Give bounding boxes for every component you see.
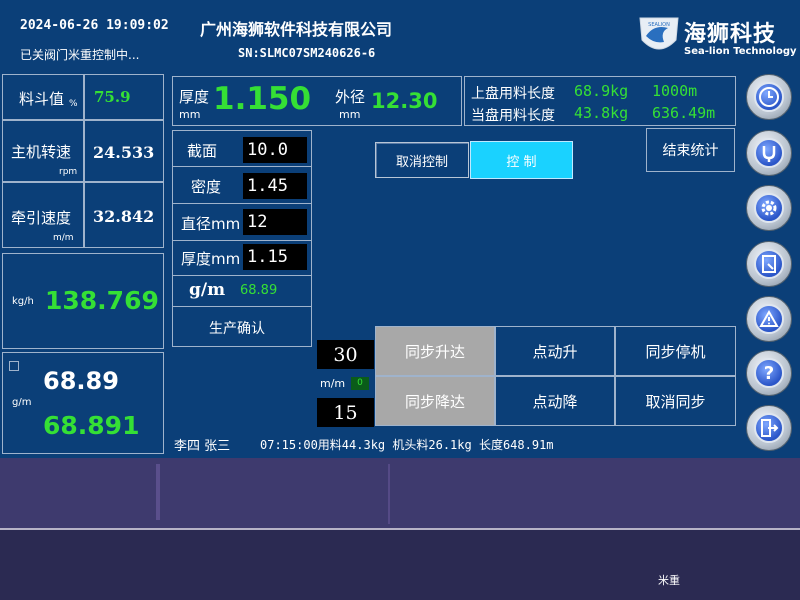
upper-label: 上盘用料长度 <box>471 86 555 102</box>
thickness-input[interactable]: 1.15 <box>243 244 307 270</box>
gm-row: g/m 68.89 <box>173 277 311 307</box>
company-name: 广州海狮软件科技有限公司 <box>200 20 393 39</box>
sync-upper-value[interactable]: 30 <box>317 340 374 369</box>
meter-weight-panel: g/m 68.89 68.891 <box>2 352 164 454</box>
alarm-button[interactable] <box>746 296 792 342</box>
datetime: 2024-06-26 19:09:02 <box>20 18 169 33</box>
thickness-label: 厚度 <box>179 88 210 106</box>
sync-down-button[interactable]: 同步降达 <box>375 376 495 426</box>
cancel-sync-button[interactable]: 取消同步 <box>615 376 736 426</box>
sync-up-button[interactable]: 同步升达 <box>375 326 495 376</box>
diameter-row: 直径mm 12 <box>173 205 311 241</box>
bottom-marker <box>156 464 160 520</box>
hopper-label-cell: 料斗值 % <box>2 74 84 120</box>
question-icon: ? <box>754 358 784 388</box>
hopper-value: 75.9 <box>94 88 131 106</box>
sync-stop-button[interactable]: 同步停机 <box>615 326 736 376</box>
hopper-unit: % <box>69 99 78 109</box>
sync-unit: m/m <box>320 377 346 390</box>
density-input[interactable]: 1.45 <box>243 173 307 199</box>
motor-value: 24.533 <box>93 143 155 162</box>
logo-en: Sea-lion Technology <box>684 46 797 57</box>
plug-icon <box>754 138 784 168</box>
density-label: 密度 <box>191 178 222 196</box>
logo-cn: 海狮科技 <box>684 22 777 47</box>
thickness-row: 厚度mm 1.15 <box>173 242 311 276</box>
section-label: 截面 <box>187 142 218 160</box>
gm-unit: g/m <box>12 397 32 408</box>
bottom-lower <box>0 530 800 600</box>
gear-icon <box>754 193 784 223</box>
exit-icon <box>754 413 784 443</box>
sync-lower-value[interactable]: 15 <box>317 398 374 427</box>
gm-set-value: 68.89 <box>43 367 119 395</box>
upper-weight: 68.9kg <box>574 82 629 100</box>
checkbox-icon[interactable] <box>9 361 19 371</box>
od-value: 12.30 <box>371 89 438 113</box>
bottom-label: 米重 <box>658 574 680 587</box>
control-button[interactable]: 控 制 <box>470 141 573 179</box>
end-stats-button[interactable]: 结束统计 <box>646 128 735 172</box>
warning-icon <box>754 304 784 334</box>
cancel-control-button[interactable]: 取消控制 <box>375 142 469 178</box>
help-button[interactable]: ? <box>746 350 792 396</box>
thickness-od-panel: 厚度 mm 1.150 外径 mm 12.30 <box>172 76 462 126</box>
header: 2024-06-26 19:09:02 广州海狮软件科技有限公司 已关阀门米重控… <box>0 0 800 70</box>
hopper-value-cell: 75.9 <box>84 74 164 120</box>
material-length-panel: 上盘用料长度 68.9kg 1000m 当盘用料长度 43.8kg 636.49… <box>464 76 736 126</box>
settings-button[interactable] <box>746 185 792 231</box>
document-icon <box>754 249 784 279</box>
motor-unit: rpm <box>59 167 78 177</box>
param-gm-value: 68.89 <box>240 283 278 298</box>
logo-badge: SEALION <box>648 22 670 28</box>
current-label: 当盘用料长度 <box>471 108 555 124</box>
od-unit: mm <box>339 108 361 121</box>
traction-value-cell: 32.842 <box>84 182 164 248</box>
traction-value: 32.842 <box>93 207 155 226</box>
thickness-unit: mm <box>179 108 201 121</box>
od-label: 外径 <box>335 88 366 106</box>
confirm-button[interactable]: 生产确认 <box>173 308 311 346</box>
motor-label: 主机转速 <box>11 143 72 161</box>
param-gm-label: g/m <box>189 280 226 300</box>
gm-actual-value: 68.891 <box>43 411 140 440</box>
production-log: 07:15:00用料44.3kg 机头料26.1kg 长度648.91m <box>260 438 554 452</box>
kgh-unit: kg/h <box>12 296 34 307</box>
kgh-value: 138.769 <box>45 286 159 315</box>
section-row: 截面 10.0 <box>173 131 311 167</box>
diameter-input[interactable]: 12 <box>243 209 307 235</box>
param-thickness-label: 厚度mm <box>181 250 241 268</box>
serial-number: SN:SLMC07SM240626-6 <box>238 46 376 60</box>
jog-down-button[interactable]: 点动降 <box>495 376 615 426</box>
motor-value-cell: 24.533 <box>84 120 164 182</box>
traction-label-cell: 牵引速度 m/m <box>2 182 84 248</box>
hardware-button[interactable] <box>746 130 792 176</box>
clock-button[interactable] <box>746 74 792 120</box>
bottom-strip: 米重 <box>0 458 800 600</box>
current-weight: 43.8kg <box>574 104 629 122</box>
operators: 李四 张三 <box>174 439 231 454</box>
output-rate-panel: kg/h 138.769 <box>2 253 164 349</box>
traction-unit: m/m <box>53 233 74 243</box>
diameter-label: 直径mm <box>181 215 241 233</box>
motor-label-cell: 主机转速 rpm <box>2 120 84 182</box>
jog-up-button[interactable]: 点动升 <box>495 326 615 376</box>
section-input[interactable]: 10.0 <box>243 137 307 163</box>
bottom-marker-2 <box>388 464 390 524</box>
thickness-value: 1.150 <box>213 81 312 117</box>
current-length: 636.49m <box>652 104 716 122</box>
density-row: 密度 1.45 <box>173 168 311 204</box>
hopper-label: 料斗值 <box>19 90 65 108</box>
report-button[interactable] <box>746 241 792 287</box>
exit-button[interactable] <box>746 405 792 451</box>
sync-indicator: 0 <box>351 377 369 390</box>
params-panel: 截面 10.0 密度 1.45 直径mm 12 厚度mm 1.15 g/m 68… <box>172 130 312 347</box>
clock-icon <box>754 82 784 112</box>
logo-emblem: SEALION <box>638 14 680 58</box>
upper-length: 1000m <box>652 82 698 100</box>
confirm-label: 生产确认 <box>209 321 265 337</box>
status-text: 已关阀门米重控制中... <box>20 48 140 62</box>
traction-label: 牵引速度 <box>11 209 72 227</box>
sync-button-grid: 同步升达 点动升 同步停机 同步降达 点动降 取消同步 <box>375 326 736 426</box>
